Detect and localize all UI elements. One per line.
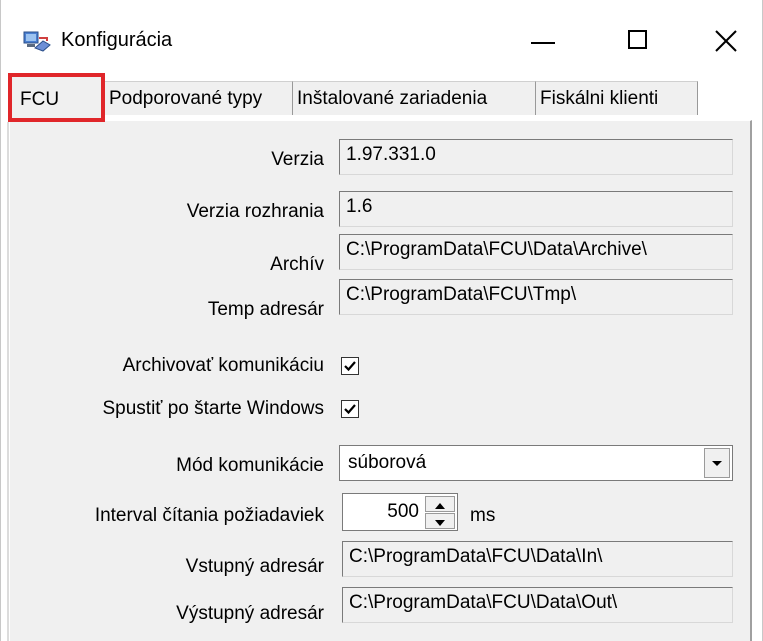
spin-up-button[interactable] [425, 496, 455, 512]
tab-supported-types[interactable]: Podporované typy [105, 81, 293, 115]
network-config-icon [23, 28, 53, 54]
read-interval-stepper[interactable]: 500 [342, 493, 458, 531]
maximize-icon [628, 30, 647, 49]
communication-mode-select[interactable]: súborová [339, 445, 733, 481]
tab-fiscal-clients-label: Fiskálni klienti [540, 87, 659, 109]
archive-communication-checkbox[interactable] [341, 357, 359, 375]
spin-down-button[interactable] [425, 513, 455, 529]
output-dir-field[interactable]: C:\ProgramData\FCU\Data\Out\ [342, 587, 733, 623]
read-interval-value: 500 [387, 501, 419, 522]
tab-installed-devices[interactable]: Inštalované zariadenia [293, 81, 536, 115]
interface-version-field[interactable]: 1.6 [339, 191, 733, 227]
output-dir-label: Výstupný adresár [176, 603, 324, 624]
tab-highlight-box [8, 73, 105, 122]
read-interval-label: Interval čítania požiadaviek [94, 505, 324, 526]
dropdown-button[interactable] [704, 448, 730, 478]
version-field[interactable]: 1.97.331.0 [339, 139, 733, 175]
communication-mode-value: súborová [348, 452, 427, 473]
input-dir-field[interactable]: C:\ProgramData\FCU\Data\In\ [342, 541, 733, 577]
archive-communication-label: Archivovať komunikáciu [122, 355, 324, 376]
start-windows-checkbox[interactable] [341, 400, 359, 418]
tab-supported-types-label: Podporované typy [109, 87, 263, 109]
communication-mode-label: Mód komunikácie [176, 455, 324, 476]
window-title: Konfigurácia [61, 29, 173, 51]
archive-label: Archív [270, 254, 324, 275]
close-icon [715, 30, 737, 52]
close-button[interactable] [691, 14, 761, 70]
minimize-icon [531, 42, 555, 44]
tab-strip: FCU Podporované typy Inštalované zariade… [1, 74, 762, 122]
temp-dir-label: Temp adresár [207, 299, 324, 320]
start-windows-label: Spustiť po štarte Windows [102, 398, 325, 419]
minimize-button[interactable] [509, 14, 579, 70]
checkmark-icon [344, 404, 356, 415]
tab-fiscal-clients[interactable]: Fiskálni klienti [536, 81, 698, 115]
arrow-down-icon [435, 520, 445, 526]
interface-version-label: Verzia rozhrania [186, 201, 324, 222]
arrow-up-icon [435, 503, 445, 509]
tab-installed-devices-label: Inštalované zariadenia [297, 87, 488, 109]
read-interval-unit: ms [470, 505, 496, 526]
temp-dir-field[interactable]: C:\ProgramData\FCU\Tmp\ [339, 279, 733, 315]
config-window: Konfigurácia FCU Podporované typy Inštal… [0, 0, 763, 641]
fcu-panel: Verzia 1.97.331.0 Verzia rozhrania 1.6 A… [9, 120, 752, 641]
maximize-button[interactable] [605, 14, 675, 70]
version-label: Verzia [271, 149, 324, 170]
checkmark-icon [344, 361, 356, 372]
input-dir-label: Vstupný adresár [185, 556, 324, 577]
archive-field[interactable]: C:\ProgramData\FCU\Data\Archive\ [339, 234, 733, 270]
title-bar[interactable]: Konfigurácia [1, 0, 762, 74]
chevron-down-icon [712, 461, 722, 466]
